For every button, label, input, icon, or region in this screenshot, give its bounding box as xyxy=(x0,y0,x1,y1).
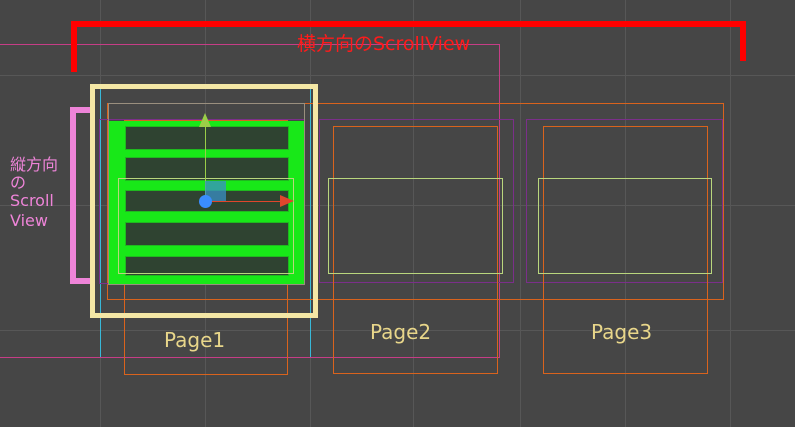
gizmo-x-axis[interactable] xyxy=(206,201,284,202)
gizmo-x-arrow-icon[interactable] xyxy=(280,195,294,207)
vertical-label-line: 縦方向 xyxy=(10,155,59,174)
vertical-label-line: View xyxy=(10,211,48,230)
page2-inner-outline xyxy=(328,178,503,274)
page1-label: Page1 xyxy=(164,328,226,352)
page3-inner-outline xyxy=(538,178,712,274)
gizmo-y-arrow-icon[interactable] xyxy=(199,113,211,127)
vertical-scrollview-label: 縦方向 の Scroll View xyxy=(10,155,58,231)
page2-label: Page2 xyxy=(370,320,432,344)
gizmo-pivot-icon[interactable] xyxy=(199,195,212,208)
page3-label: Page3 xyxy=(591,320,653,344)
vertical-label-line: の xyxy=(10,173,27,192)
horizontal-scrollview-label: 横方向のScrollView xyxy=(297,33,471,55)
vertical-label-line: Scroll xyxy=(10,191,54,210)
